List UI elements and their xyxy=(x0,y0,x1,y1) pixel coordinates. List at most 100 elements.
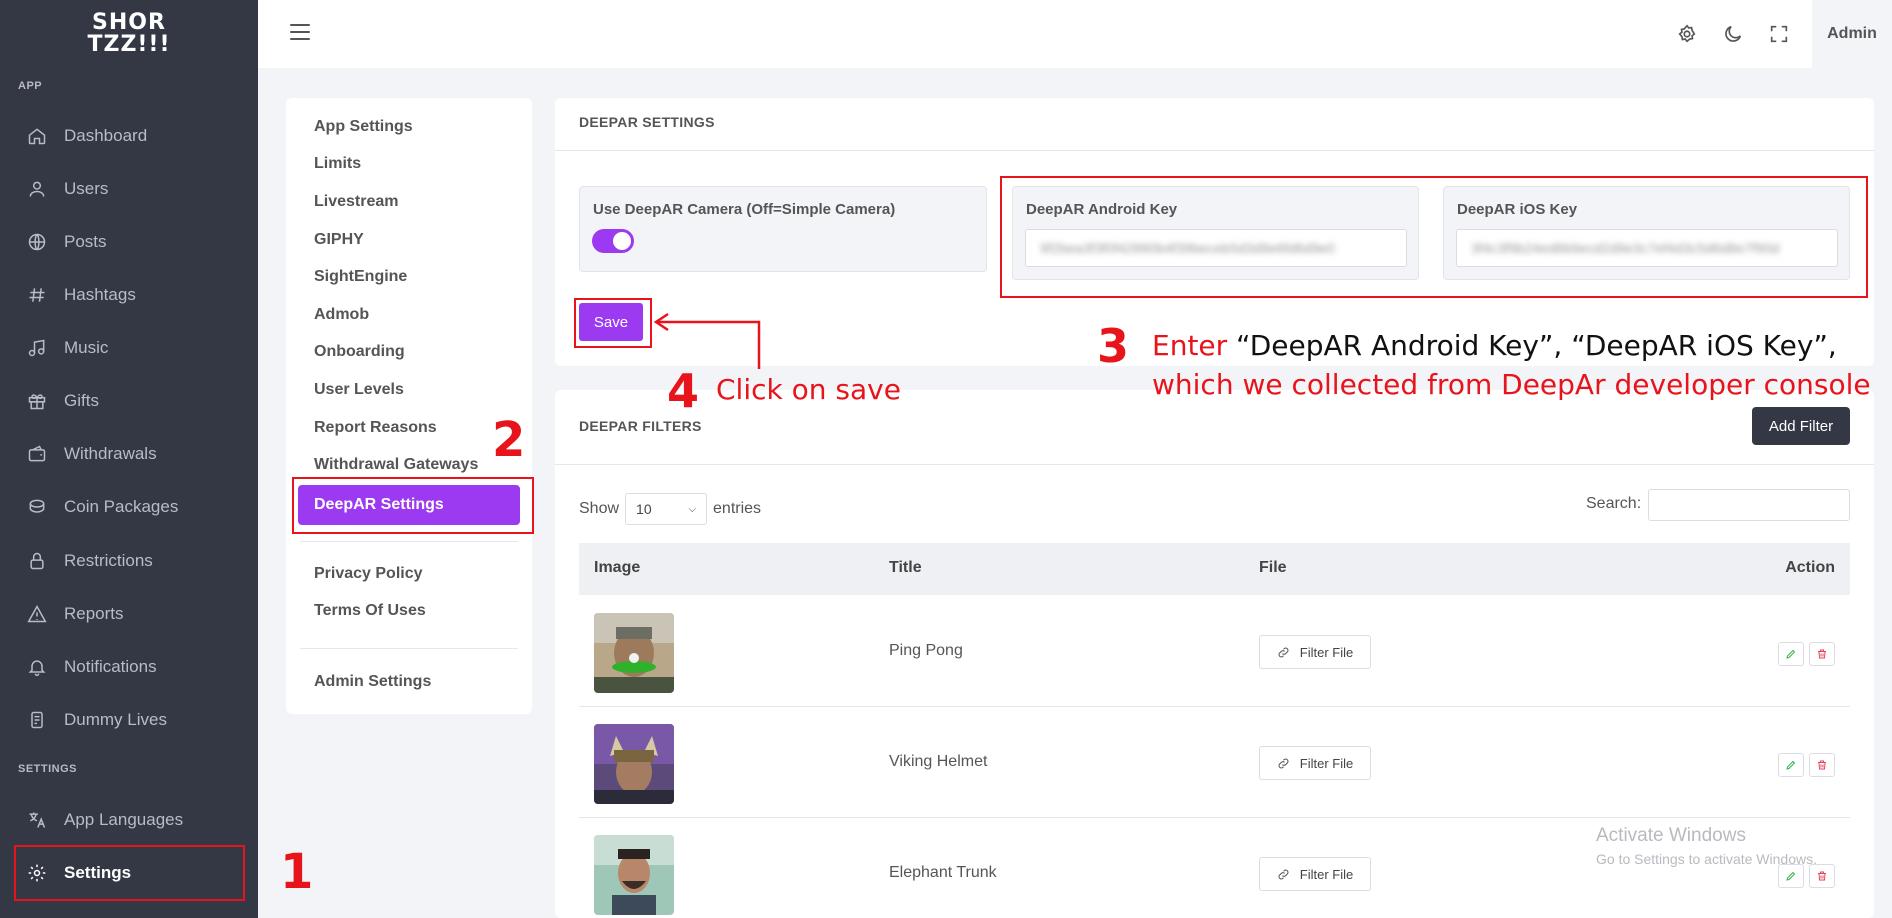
bell-icon xyxy=(26,656,48,678)
wallet-icon xyxy=(26,443,48,465)
table-row: Viking Helmet Filter File xyxy=(579,707,1850,818)
sidebar-item-label: Notifications xyxy=(64,657,157,676)
submenu-report-reasons[interactable]: Report Reasons xyxy=(314,419,437,437)
section-label-settings: SETTINGS xyxy=(18,763,78,775)
submenu-divider xyxy=(300,648,518,649)
annotation-key-names: “DeepAR Android Key”, “DeepAR iOS Key”, xyxy=(1227,329,1837,362)
submenu-user-levels[interactable]: User Levels xyxy=(314,381,404,399)
sidebar-item-label: Gifts xyxy=(64,391,99,410)
windows-activation-watermark: Activate Windows Go to Settings to activ… xyxy=(1596,825,1817,867)
sidebar-item-posts[interactable]: Posts xyxy=(14,217,244,267)
lock-icon xyxy=(26,550,48,572)
filter-file-button[interactable]: Filter File xyxy=(1259,635,1371,669)
sidebar-item-label: Withdrawals xyxy=(64,444,157,463)
delete-button[interactable] xyxy=(1809,753,1835,777)
sidebar-item-hashtags[interactable]: Hashtags xyxy=(14,270,244,320)
submenu-giphy[interactable]: GIPHY xyxy=(314,231,364,249)
sidebar-item-dashboard[interactable]: Dashboard xyxy=(14,111,244,161)
watermark-line-2: Go to Settings to activate Windows. xyxy=(1596,851,1817,867)
sidebar-item-restrictions[interactable]: Restrictions xyxy=(14,536,244,586)
admin-user-menu[interactable]: Admin xyxy=(1812,0,1892,68)
watermark-line-1: Activate Windows xyxy=(1596,825,1746,846)
globe-icon xyxy=(26,231,48,253)
section-label-app: APP xyxy=(18,80,43,92)
filter-thumbnail xyxy=(594,613,674,693)
submenu-app-settings[interactable]: App Settings xyxy=(314,118,413,136)
delete-button[interactable] xyxy=(1809,642,1835,666)
dark-mode-moon-icon[interactable] xyxy=(1722,23,1744,45)
filter-title: Viking Helmet xyxy=(889,753,988,770)
add-filter-button[interactable]: Add Filter xyxy=(1752,407,1850,445)
panel-divider xyxy=(555,150,1874,151)
hash-icon xyxy=(26,284,48,306)
submenu-privacy-policy[interactable]: Privacy Policy xyxy=(314,565,423,583)
sidebar-item-gifts[interactable]: Gifts xyxy=(14,376,244,426)
search-input[interactable] xyxy=(1648,489,1850,521)
submenu-onboarding[interactable]: Onboarding xyxy=(314,343,405,361)
column-header-title: Title xyxy=(889,559,922,576)
annotation-box-deepar-settings xyxy=(292,477,534,534)
filter-file-label: Filter File xyxy=(1299,644,1354,660)
sidebar-item-label: Users xyxy=(64,179,109,198)
filter-file-label: Filter File xyxy=(1299,866,1354,882)
sidebar-item-label: Music xyxy=(64,338,109,357)
sidebar-item-users[interactable]: Users xyxy=(14,164,244,214)
submenu-admin-settings[interactable]: Admin Settings xyxy=(314,673,431,691)
page-size-value: 10 xyxy=(636,501,652,517)
submenu-withdrawal-gateways[interactable]: Withdrawal Gateways xyxy=(314,456,478,474)
sidebar-item-reports[interactable]: Reports xyxy=(14,589,244,639)
sidebar-item-label: Reports xyxy=(64,604,124,623)
page-size-select[interactable]: 10 ⌵ xyxy=(625,493,708,525)
submenu-livestream[interactable]: Livestream xyxy=(314,193,399,211)
sidebar-item-label: Posts xyxy=(64,232,107,251)
sidebar-item-label: Dummy Lives xyxy=(64,710,167,729)
brand-line-1: SHOR xyxy=(92,10,166,35)
sidebar: SHOR TZZ!!! APP Dashboard Users Posts Ha… xyxy=(0,0,258,918)
edit-button[interactable] xyxy=(1778,864,1804,888)
filter-file-button[interactable]: Filter File xyxy=(1259,857,1371,891)
translate-icon xyxy=(26,809,48,831)
sidebar-item-notifications[interactable]: Notifications xyxy=(14,642,244,692)
home-icon xyxy=(26,125,48,147)
topbar: Admin xyxy=(258,0,1892,68)
annotation-step-1: 1 xyxy=(280,844,314,900)
sidebar-item-label: Hashtags xyxy=(64,285,136,304)
sidebar-item-withdrawals[interactable]: Withdrawals xyxy=(14,429,244,479)
sidebar-item-music[interactable]: Music xyxy=(14,323,244,373)
sidebar-item-coin-packages[interactable]: Coin Packages xyxy=(14,482,244,532)
annotation-step-3-line-2: which we collected from DeepAr developer… xyxy=(1152,368,1871,401)
chevron-down-icon: ⌵ xyxy=(688,503,697,515)
sidebar-item-dummy-lives[interactable]: Dummy Lives xyxy=(14,695,244,745)
filter-file-label: Filter File xyxy=(1299,755,1354,771)
fullscreen-icon[interactable] xyxy=(1768,23,1790,45)
settings-gear-icon[interactable] xyxy=(1676,23,1698,45)
settings-submenu: App Settings Limits Livestream GIPHY Sig… xyxy=(286,98,532,714)
pencil-icon xyxy=(1786,760,1796,770)
show-label: Show xyxy=(579,500,620,517)
menu-toggle-icon[interactable] xyxy=(290,24,310,42)
filter-file-button[interactable]: Filter File xyxy=(1259,746,1371,780)
deepar-camera-toggle[interactable] xyxy=(592,229,634,253)
annotation-enter-word: Enter xyxy=(1152,329,1228,362)
submenu-divider xyxy=(300,541,518,542)
submenu-terms-of-uses[interactable]: Terms Of Uses xyxy=(314,602,426,620)
annotation-step-4-text: Click on save xyxy=(716,373,901,406)
filter-title: Elephant Trunk xyxy=(889,864,997,881)
brand-logo[interactable]: SHOR TZZ!!! xyxy=(0,12,258,56)
entries-label: entries xyxy=(713,500,762,517)
edit-button[interactable] xyxy=(1778,753,1804,777)
filter-thumbnail xyxy=(594,835,674,915)
annotation-box-settings xyxy=(14,845,245,901)
sidebar-item-app-languages[interactable]: App Languages xyxy=(14,795,244,845)
gift-icon xyxy=(26,390,48,412)
edit-button[interactable] xyxy=(1778,642,1804,666)
page-size-control: Show 10 ⌵ entries xyxy=(579,493,761,525)
submenu-sightengine[interactable]: SightEngine xyxy=(314,268,407,286)
submenu-admob[interactable]: Admob xyxy=(314,306,369,324)
submenu-limits[interactable]: Limits xyxy=(314,155,361,173)
annotation-step-3: 3 xyxy=(1097,319,1130,373)
trash-icon xyxy=(1818,760,1826,770)
annotation-box-keys xyxy=(1000,176,1868,298)
annotation-arrow xyxy=(653,312,761,369)
delete-button[interactable] xyxy=(1809,864,1835,888)
